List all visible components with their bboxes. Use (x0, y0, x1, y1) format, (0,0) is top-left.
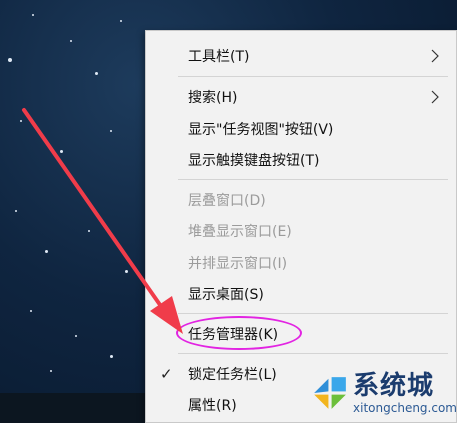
menu-item-label: 显示桌面(S) (188, 287, 264, 303)
menu-separator (178, 353, 448, 354)
menu-item-label: 显示"任务视图"按钮(V) (188, 122, 334, 138)
chevron-right-icon (431, 49, 439, 63)
menu-item-side-by-side-windows: 并排显示窗口(I) (146, 248, 456, 278)
menu-item-label: 显示触摸键盘按钮(T) (188, 153, 320, 169)
menu-item-stack-windows: 堆叠显示窗口(E) (146, 216, 456, 246)
menu-item-label: 锁定任务栏(L) (188, 367, 277, 383)
menu-separator (178, 76, 448, 77)
watermark-name: 系统城 (353, 370, 435, 401)
menu-item-toolbars[interactable]: 工具栏(T) (146, 41, 456, 71)
menu-item-label: 堆叠显示窗口(E) (188, 224, 292, 240)
menu-item-cascade-windows: 层叠窗口(D) (146, 185, 456, 215)
watermark-logo: 系统城 xitongcheng.com (305, 363, 457, 423)
menu-item-show-task-view-button[interactable]: 显示"任务视图"按钮(V) (146, 114, 456, 144)
chevron-right-icon (431, 90, 439, 104)
menu-item-label: 属性(R) (188, 398, 237, 414)
menu-separator (178, 179, 448, 180)
highlight-ellipse (176, 316, 302, 350)
menu-item-label: 层叠窗口(D) (188, 193, 266, 209)
menu-item-label: 搜索(H) (188, 90, 238, 106)
menu-item-label: 工具栏(T) (188, 49, 250, 65)
menu-item-search[interactable]: 搜索(H) (146, 82, 456, 112)
menu-separator (178, 313, 448, 314)
menu-item-show-touch-keyboard-button[interactable]: 显示触摸键盘按钮(T) (146, 145, 456, 175)
menu-item-label: 并排显示窗口(I) (188, 256, 288, 272)
menu-item-show-desktop[interactable]: 显示桌面(S) (146, 279, 456, 309)
checkmark-icon: ✓ (160, 365, 173, 383)
watermark-url: xitongcheng.com (353, 400, 457, 415)
windows-logo-icon (314, 377, 346, 409)
